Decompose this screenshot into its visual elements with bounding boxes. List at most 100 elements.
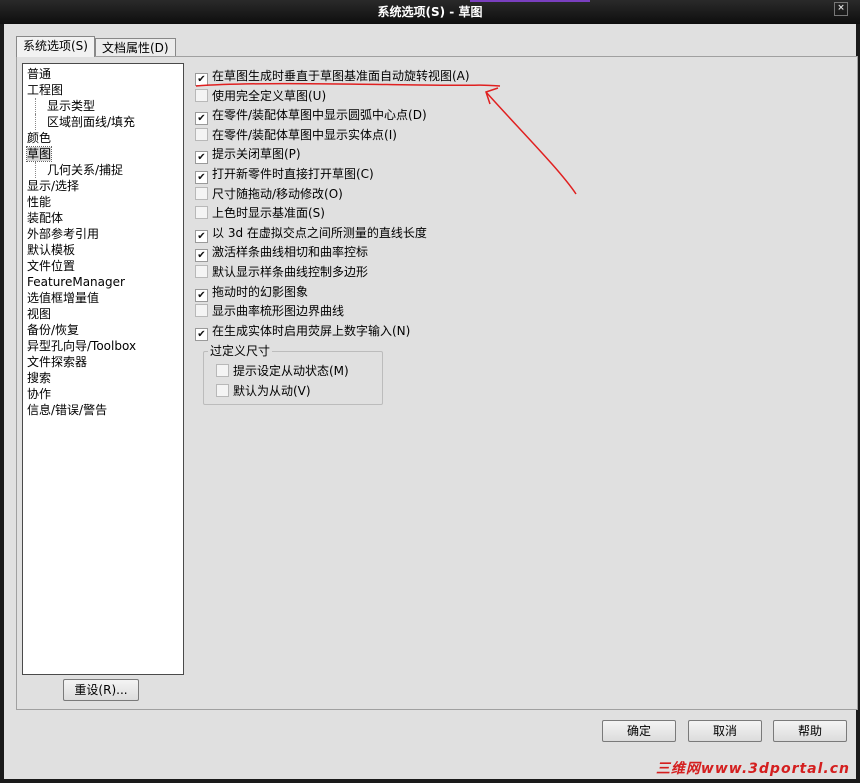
checkbox[interactable]: ✔ <box>195 288 208 302</box>
tree-item[interactable]: 性能 <box>23 194 183 210</box>
sketch-option[interactable]: 尺寸随拖动/移动修改(O) <box>195 185 343 203</box>
title-accent-line <box>470 0 590 2</box>
checkbox[interactable]: ✔ <box>195 327 208 341</box>
option-label: 上色时显示基准面(S) <box>212 206 325 221</box>
tree-item[interactable]: 草图 <box>23 146 183 162</box>
tree-item[interactable]: 搜索 <box>23 370 183 386</box>
tree-item-label: 装配体 <box>27 211 64 225</box>
checkbox[interactable] <box>195 304 208 318</box>
tree-item[interactable]: 装配体 <box>23 210 183 226</box>
tree-item-label: 普通 <box>27 67 52 81</box>
checkbox[interactable] <box>195 186 208 200</box>
tree-item-label: 显示/选择 <box>27 179 80 193</box>
checkbox[interactable]: ✔ <box>195 171 208 184</box>
ok-button[interactable]: 确定 <box>602 720 676 742</box>
tree-item[interactable]: 异型孔向导/Toolbox <box>23 338 183 354</box>
tree-item-label: 几何关系/捕捉 <box>47 163 124 177</box>
tab-system-options[interactable]: 系统选项(S) <box>16 36 95 57</box>
sketch-option[interactable]: ✔ 激活样条曲线相切和曲率控标 <box>195 243 369 263</box>
options-dialog: 系统选项(S) 文档属性(D) 普通 工程图 显示类型区域剖面线/填充 颜色 草图 几何关… <box>4 24 858 779</box>
sketch-option[interactable]: ✔ 在生成实体时启用荧屏上数字输入(N) <box>195 322 411 341</box>
checkbox[interactable]: ✔ <box>195 151 208 165</box>
tree-item[interactable]: FeatureManager <box>23 274 183 290</box>
checkbox[interactable] <box>195 206 208 220</box>
option-label: 激活样条曲线相切和曲率控标 <box>212 245 369 260</box>
checkbox[interactable]: ✔ <box>195 249 208 263</box>
tree-item-label: 选值框增量值 <box>27 291 100 305</box>
tree-item[interactable]: 几何关系/捕捉 <box>23 162 183 178</box>
tree-item[interactable]: 区域剖面线/填充 <box>23 114 183 130</box>
sketch-option[interactable]: 在零件/装配体草图中显示实体点(I) <box>195 126 397 144</box>
tree-item-label: 草图 <box>25 146 53 162</box>
option-label: 默认显示样条曲线控制多边形 <box>212 265 369 279</box>
tree-item[interactable]: 工程图 <box>23 82 183 98</box>
tree-item[interactable]: 备份/恢复 <box>23 322 183 338</box>
tree-item-label: 视图 <box>27 307 52 321</box>
option-label: 拖动时的幻影图象 <box>212 284 309 299</box>
cancel-button[interactable]: 取消 <box>688 720 762 742</box>
tree-item-label: 文件探索器 <box>27 355 88 369</box>
tab-document-properties[interactable]: 文档属性(D) <box>95 38 176 57</box>
tree-item[interactable]: 显示类型 <box>23 98 183 114</box>
tree-item-label: 备份/恢复 <box>27 323 80 337</box>
sketch-option[interactable]: ✔ 在草图生成时垂直于草图基准面自动旋转视图(A) <box>195 67 470 86</box>
tree-item-label: 搜索 <box>27 371 52 385</box>
tree-item[interactable]: 信息/错误/警告 <box>23 402 183 418</box>
sketch-option[interactable]: 默认显示样条曲线控制多边形 <box>195 263 368 281</box>
tree-item[interactable]: 外部参考引用 <box>23 226 183 242</box>
help-button[interactable]: 帮助 <box>773 720 847 742</box>
checkbox[interactable] <box>195 88 208 102</box>
option-label: 在生成实体时启用荧屏上数字输入(N) <box>212 323 411 338</box>
checkbox[interactable]: ✔ <box>195 229 208 243</box>
tree-item[interactable]: 视图 <box>23 306 183 322</box>
sketch-option[interactable]: ✔ 拖动时的幻影图象 <box>195 283 309 302</box>
category-tree[interactable]: 普通 工程图 显示类型区域剖面线/填充 颜色 草图 几何关系/捕捉显示/选择 性能 装配体 外部… <box>22 63 184 675</box>
tree-item[interactable]: 颜色 <box>23 130 183 146</box>
option-label: 提示设定从动状态(M) <box>233 364 349 378</box>
option-label: 尺寸随拖动/移动修改(O) <box>212 186 343 201</box>
overdefined-dimensions-group: 过定义尺寸 提示设定从动状态(M) 默认为从动(V) <box>203 343 383 405</box>
reset-button[interactable]: 重设(R)... <box>63 679 139 701</box>
sketch-option[interactable]: ✔ 提示关闭草图(P) <box>195 145 301 165</box>
tree-item-label: 文件位置 <box>27 259 76 273</box>
checkbox[interactable] <box>195 265 208 278</box>
window-titlebar: 系统选项(S) - 草图 × <box>0 0 860 24</box>
overdefined-option[interactable]: 默认为从动(V) <box>216 382 311 400</box>
tree-item[interactable]: 选值框增量值 <box>23 290 183 306</box>
checkbox[interactable]: ✔ <box>195 73 208 86</box>
watermark: 三维网www.3dportal.cn <box>655 761 850 777</box>
sketch-option[interactable]: 上色时显示基准面(S) <box>195 204 325 222</box>
option-label: 提示关闭草图(P) <box>212 147 301 162</box>
tree-item-label: 显示类型 <box>47 99 96 113</box>
checkbox[interactable]: ✔ <box>195 112 208 126</box>
tree-item-label: 默认模板 <box>27 243 76 257</box>
group-title: 过定义尺寸 <box>208 343 273 359</box>
sketch-option[interactable]: ✔ 在零件/装配体草图中显示圆弧中心点(D) <box>195 106 427 126</box>
option-label: 显示曲率梳形图边界曲线 <box>212 304 345 319</box>
window-title: 系统选项(S) - 草图 <box>377 5 483 19</box>
overdefined-option[interactable]: 提示设定从动状态(M) <box>216 362 349 380</box>
option-label: 以 3d 在虚拟交点之间所测量的直线长度 <box>212 225 427 240</box>
tree-item[interactable]: 文件位置 <box>23 258 183 274</box>
tree-item[interactable]: 普通 <box>23 66 183 82</box>
sketch-option[interactable]: 显示曲率梳形图边界曲线 <box>195 302 344 320</box>
tree-item-label: 信息/错误/警告 <box>27 403 108 417</box>
tree-item[interactable]: 显示/选择 <box>23 178 183 194</box>
checkbox[interactable] <box>216 364 229 377</box>
tree-item[interactable]: 协作 <box>23 386 183 402</box>
option-label: 默认为从动(V) <box>233 383 311 398</box>
checkbox[interactable] <box>216 383 229 397</box>
sketch-option[interactable]: 使用完全定义草图(U) <box>195 87 326 105</box>
tree-item[interactable]: 文件探索器 <box>23 354 183 370</box>
tree-item-label: 区域剖面线/填充 <box>47 115 136 129</box>
sketch-option[interactable]: ✔ 打开新零件时直接打开草图(C) <box>195 165 374 184</box>
option-label: 在零件/装配体草图中显示实体点(I) <box>212 127 397 142</box>
tree-item-label: FeatureManager <box>27 275 125 289</box>
checkbox[interactable] <box>195 127 208 141</box>
close-icon[interactable]: × <box>834 2 848 16</box>
sketch-option[interactable]: ✔ 以 3d 在虚拟交点之间所测量的直线长度 <box>195 224 427 243</box>
option-label: 使用完全定义草图(U) <box>212 88 327 103</box>
tree-item[interactable]: 默认模板 <box>23 242 183 258</box>
tab-panel: 普通 工程图 显示类型区域剖面线/填充 颜色 草图 几何关系/捕捉显示/选择 性能 装配体 外部… <box>16 56 858 710</box>
tree-item-label: 协作 <box>27 387 52 401</box>
